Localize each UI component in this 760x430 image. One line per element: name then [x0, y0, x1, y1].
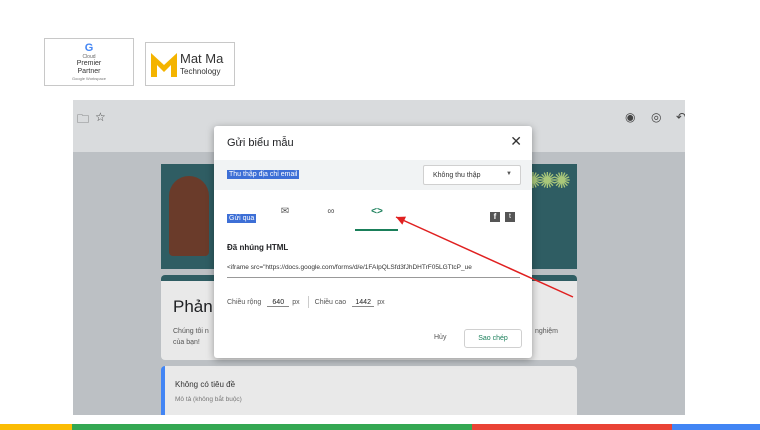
form-description-line2: của bạn!	[173, 339, 200, 346]
company-logo: Mat Ma Technology	[145, 42, 235, 86]
copy-button[interactable]: Sao chép	[464, 329, 522, 348]
twitter-icon[interactable]: t	[505, 212, 515, 222]
page: G Cloud Premier Partner Google Workspace…	[0, 0, 760, 430]
send-form-dialog: Gửi biểu mẫu ✕ Thu thập địa chỉ email Kh…	[214, 126, 532, 358]
company-subtitle: Technology	[180, 67, 221, 76]
width-label: Chiều rộng	[227, 298, 262, 306]
active-tab-indicator	[355, 229, 398, 231]
collect-email-select[interactable]: Không thu thập ▼	[423, 165, 521, 185]
star-icon[interactable]: ☆	[95, 110, 106, 124]
cancel-button[interactable]: Hủy	[434, 334, 446, 341]
header-figure	[169, 176, 209, 256]
question-card[interactable]: Không có tiêu đề Mô tả (không bắt buộc)	[161, 366, 577, 415]
height-unit: px	[377, 298, 385, 306]
forms-screenshot: 🗀 ☆ ◉ ◎ ↶ ✺✺✺ Phản Chúng tôi n của bạn! …	[73, 100, 685, 415]
height-input[interactable]: 1442	[352, 299, 375, 307]
dialog-title: Gửi biểu mẫu	[227, 137, 294, 149]
stripe-yellow	[0, 424, 72, 430]
dimension-divider	[307, 296, 309, 308]
tab-email[interactable]: ✉	[263, 206, 307, 228]
height-label: Chiều cao	[314, 298, 347, 306]
tab-link[interactable]: ∞	[309, 206, 353, 228]
stripe-green	[72, 424, 472, 430]
stripe-red	[472, 424, 672, 430]
collect-email-row: Thu thập địa chỉ email Không thu thập ▼	[214, 160, 532, 190]
folder-icon[interactable]: 🗀	[77, 110, 89, 131]
collect-email-value: Không thu thập	[433, 172, 481, 179]
partner-line2: Partner	[77, 68, 101, 75]
question-title[interactable]: Không có tiêu đề	[175, 380, 235, 389]
chevron-down-icon: ▼	[506, 171, 512, 177]
partner-line3: Google Workspace	[72, 76, 106, 81]
stripe-blue	[672, 424, 760, 430]
embed-heading: Đã nhúng HTML	[227, 243, 289, 252]
mail-icon: ✉	[280, 206, 290, 217]
form-title[interactable]: Phản	[173, 297, 213, 317]
partner-line1: Premier	[76, 60, 102, 67]
facebook-icon[interactable]: f	[490, 212, 500, 222]
mat-ma-logo-icon	[151, 53, 177, 77]
embed-code-field[interactable]: <iframe src="https://docs.google.com/for…	[227, 264, 520, 278]
collect-email-label: Thu thập địa chỉ email	[227, 170, 300, 179]
embed-dimensions: Chiều rộng 640 px Chiều cao 1442 px	[227, 296, 393, 308]
company-name: Mat Ma	[180, 51, 224, 66]
eye-icon[interactable]: ◎	[651, 110, 661, 124]
form-description-line1: Chúng tôi n	[173, 328, 209, 335]
tab-embed[interactable]: <>	[355, 206, 399, 228]
close-icon[interactable]: ✕	[510, 133, 522, 150]
send-via-label: Gửi qua	[227, 214, 257, 223]
bottom-color-stripe	[0, 424, 760, 430]
google-g-icon: G	[84, 42, 94, 54]
link-icon: ∞	[327, 206, 335, 217]
width-input[interactable]: 640	[267, 299, 290, 307]
palette-icon[interactable]: ◉	[625, 110, 635, 124]
undo-icon[interactable]: ↶	[676, 110, 685, 124]
google-partner-logo: G Cloud Premier Partner Google Workspace	[44, 38, 134, 86]
embed-icon: <>	[371, 206, 383, 217]
width-unit: px	[292, 298, 300, 306]
form-description-right: nghiệm	[535, 328, 558, 335]
question-description[interactable]: Mô tả (không bắt buộc)	[175, 396, 242, 403]
